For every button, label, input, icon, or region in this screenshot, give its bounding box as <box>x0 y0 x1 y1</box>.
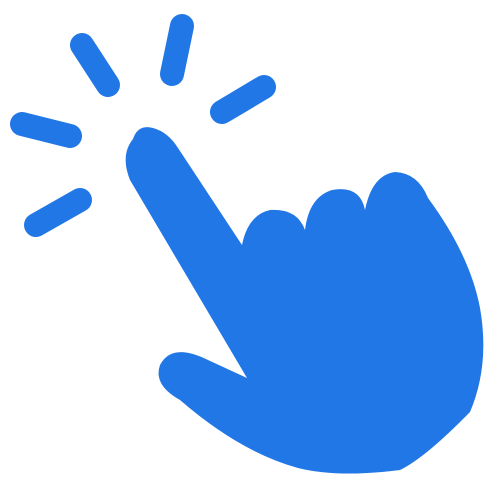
burst-line-top <box>160 14 194 86</box>
burst-line-top-right <box>210 75 276 124</box>
pointing-hand-shape <box>125 127 484 474</box>
burst-line-top-left <box>70 33 120 97</box>
icon-canvas <box>0 0 500 500</box>
burst-line-left <box>10 112 82 148</box>
burst-line-bottom-left <box>24 188 92 237</box>
click-hand-icon <box>10 14 484 474</box>
